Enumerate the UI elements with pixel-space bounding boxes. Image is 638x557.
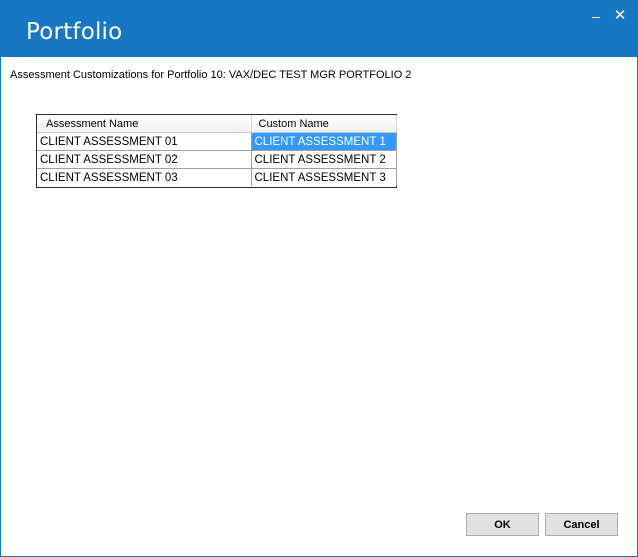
assessment-name-cell[interactable]: CLIENT ASSESSMENT 03	[37, 168, 252, 186]
column-header-custom-name[interactable]: Custom Name	[251, 115, 397, 133]
close-button[interactable]: ✕	[611, 7, 629, 25]
assessment-grid[interactable]: Assessment Name Custom Name CLIENT ASSES…	[36, 114, 397, 188]
custom-name-cell[interactable]: CLIENT ASSESSMENT 2	[251, 150, 397, 169]
grid-row[interactable]: CLIENT ASSESSMENT 03 CLIENT ASSESSMENT 3	[37, 168, 397, 186]
title-bar[interactable]: Portfolio ✕	[1, 1, 637, 57]
portfolio-description: Assessment Customizations for Portfolio …	[10, 69, 412, 81]
grid-row[interactable]: CLIENT ASSESSMENT 01 CLIENT ASSESSMENT 1	[37, 132, 397, 151]
cancel-button[interactable]: Cancel	[545, 513, 618, 536]
custom-name-cell[interactable]: CLIENT ASSESSMENT 1	[251, 132, 397, 151]
portfolio-dialog: Portfolio ✕ Assessment Customizations fo…	[0, 0, 638, 557]
assessment-name-cell[interactable]: CLIENT ASSESSMENT 01	[37, 132, 252, 151]
assessment-name-cell[interactable]: CLIENT ASSESSMENT 02	[37, 150, 252, 169]
grid-header-row: Assessment Name Custom Name	[37, 115, 397, 133]
close-icon: ✕	[613, 7, 627, 24]
ok-button[interactable]: OK	[466, 513, 539, 536]
window-title: Portfolio	[26, 19, 123, 45]
grid-row[interactable]: CLIENT ASSESSMENT 02 CLIENT ASSESSMENT 2	[37, 150, 397, 169]
minimize-button[interactable]	[587, 7, 605, 25]
custom-name-cell[interactable]: CLIENT ASSESSMENT 3	[251, 168, 397, 186]
minimize-icon	[592, 17, 600, 18]
column-header-assessment-name[interactable]: Assessment Name	[37, 115, 252, 133]
